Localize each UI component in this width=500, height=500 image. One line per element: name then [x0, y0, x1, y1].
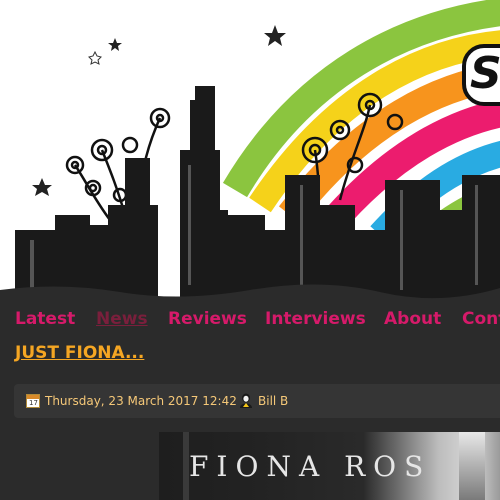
article-title[interactable]: JUST FIONA... [15, 343, 144, 363]
calendar-day: 17 [29, 399, 38, 407]
article-date: Thursday, 23 March 2017 12:42 [45, 394, 237, 408]
image-lamp [459, 432, 485, 500]
nav-item-about[interactable]: About [384, 309, 441, 329]
nav-item-reviews[interactable]: Reviews [168, 309, 247, 329]
site-logo-text: S [470, 48, 500, 99]
nav-item-contact[interactable]: Cont [462, 309, 500, 329]
article-image[interactable]: FIONA ROS [159, 432, 500, 500]
user-icon [240, 393, 252, 408]
nav-item-interviews[interactable]: Interviews [265, 309, 366, 329]
article-image-text: FIONA ROS [189, 450, 432, 483]
article-meta-bar: 17 Thursday, 23 March 2017 12:42 Bill B [14, 384, 500, 418]
city-skyline-illustration [0, 0, 500, 300]
site-logo[interactable]: S [462, 44, 500, 106]
calendar-icon: 17 [26, 394, 40, 408]
nav-item-news[interactable]: News [96, 309, 148, 329]
article-author[interactable]: Bill B [258, 394, 288, 408]
header-banner [0, 0, 500, 300]
nav-item-latest[interactable]: Latest [15, 309, 75, 329]
